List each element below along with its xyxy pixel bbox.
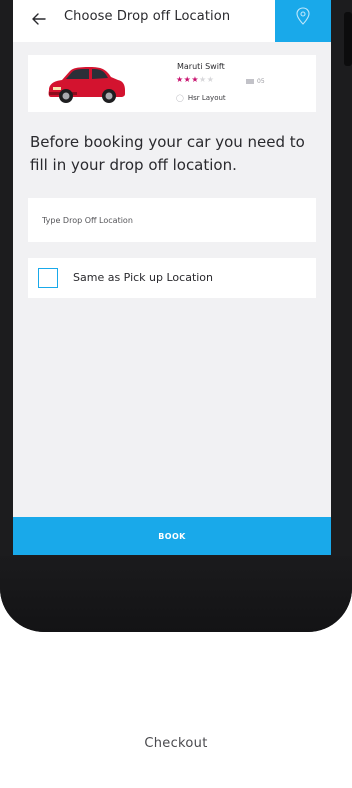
- car-location: ◯ Hsr Layout: [176, 94, 226, 102]
- same-as-pickup-row[interactable]: Same as Pick up Location: [28, 258, 316, 298]
- location-button[interactable]: [275, 0, 331, 42]
- seat-icon: [246, 79, 254, 84]
- same-as-pickup-label: Same as Pick up Location: [73, 271, 214, 284]
- seat-count-value: 05: [257, 78, 265, 85]
- car-name: Maruti Swift: [177, 62, 225, 71]
- phone-bezel-bottom: [0, 556, 352, 632]
- arrow-left-icon: [32, 13, 46, 25]
- car-rating: ★★★★★: [176, 75, 214, 84]
- star-icon: ★: [206, 75, 215, 84]
- star-icon: ★: [191, 75, 200, 84]
- dropoff-location-input[interactable]: [28, 198, 316, 242]
- seat-count: 05: [246, 78, 265, 85]
- screen-caption: Checkout: [144, 736, 208, 751]
- star-icon: ★: [199, 75, 207, 84]
- same-as-pickup-checkbox[interactable]: [38, 268, 58, 288]
- map-pin-icon: [296, 7, 310, 25]
- car-location-text: Hsr Layout: [187, 94, 226, 102]
- page-title: Choose Drop off Location: [64, 9, 231, 24]
- book-button[interactable]: BOOK: [13, 517, 331, 555]
- back-button[interactable]: [28, 8, 50, 30]
- location-pin-icon: ◯: [176, 94, 184, 102]
- instruction-text: Before booking your car you need to fill…: [30, 133, 305, 174]
- app-screen: Choose Drop off Location Maruti Swift ★★…: [13, 0, 331, 555]
- star-icon: ★: [176, 75, 184, 84]
- phone-mockup: Choose Drop off Location Maruti Swift ★★…: [0, 0, 352, 632]
- top-app-bar: Choose Drop off Location: [13, 0, 331, 42]
- car-summary-card: Maruti Swift ★★★★★ 05 ◯ Hsr Layout: [28, 55, 316, 112]
- car-image: [48, 67, 125, 103]
- phone-side-button: [344, 12, 352, 66]
